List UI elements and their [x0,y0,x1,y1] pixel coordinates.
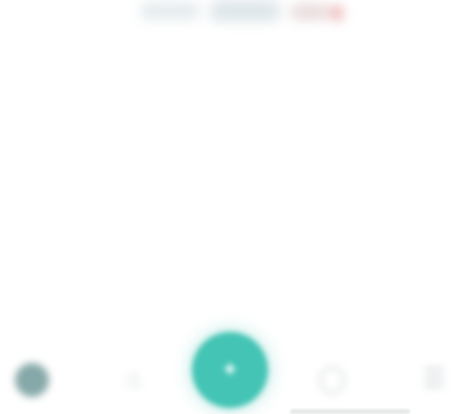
nav-profile-button[interactable] [10,358,54,402]
logo-shape [140,2,200,20]
bottom-navigation: ⌂ ✦ ◯ ☰ [0,332,469,414]
sparkle-icon: ✦ [220,357,240,382]
avatar [15,363,49,397]
home-indicator[interactable] [290,409,410,414]
center-action-button[interactable]: ✦ [192,332,268,408]
menu-icon: ☰ [422,363,446,393]
nav-discover-button[interactable]: ◯ [310,356,354,400]
logo-shape [210,0,280,22]
home-icon: ⌂ [126,363,142,393]
logo-shape [290,4,330,20]
logo-accent [332,6,342,20]
header-logo-image [140,0,350,30]
nav-home-button[interactable]: ⌂ [112,356,156,400]
circle-icon: ◯ [317,363,347,393]
app-screen: ⌂ ✦ ◯ ☰ [0,0,469,414]
nav-menu-button[interactable]: ☰ [412,356,456,400]
page-subline [20,120,449,136]
